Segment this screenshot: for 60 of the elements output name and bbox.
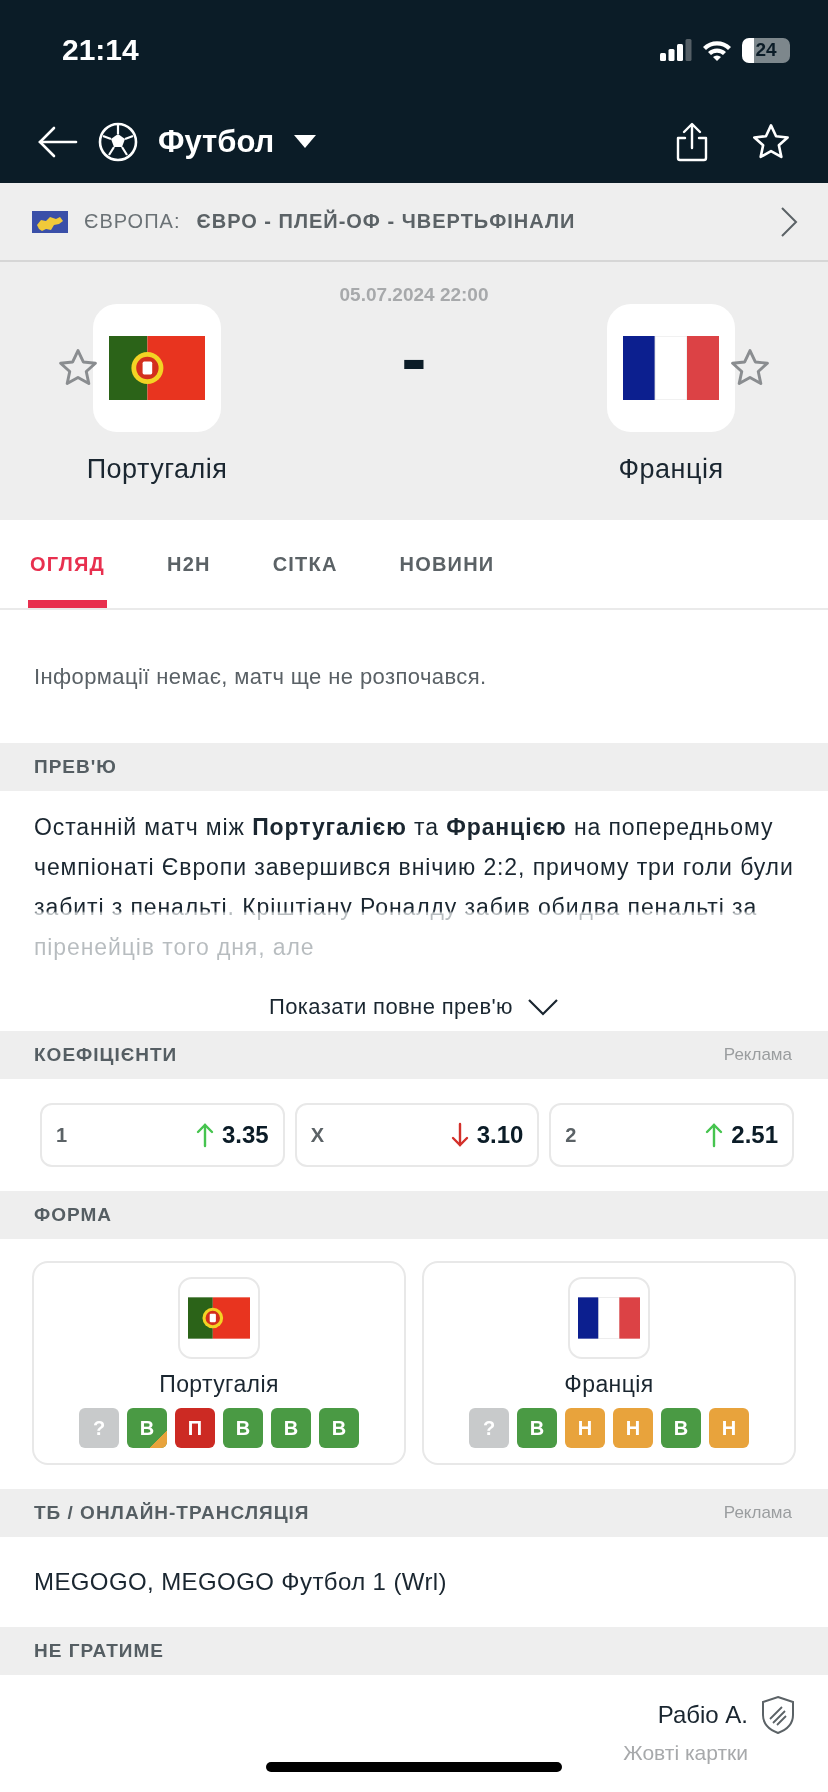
competition-breadcrumb[interactable]: ЄВРОПА: ЄВРО - ПЛЕЙ-ОФ - ЧВЕРТЬФІНАЛИ	[0, 183, 828, 262]
tab[interactable]: H2H	[165, 520, 213, 608]
show-more-button[interactable]: Показати повне прев'ю	[263, 983, 565, 1031]
result-badge: ?	[469, 1408, 509, 1448]
ad-label: Реклама	[723, 1045, 792, 1065]
tv-channels: MEGOGO, MEGOGO Футбол 1 (Wrl)	[33, 1567, 448, 1597]
chevron-right-icon	[780, 205, 798, 238]
flag-icon	[623, 336, 719, 400]
competition-label: ЄВРО - ПЛЕЙ-ОФ - ЧВЕРТЬФІНАЛИ	[196, 210, 577, 233]
signal-icon	[660, 39, 692, 61]
section-title: КОЕФІЦІЄНТИ	[34, 1044, 178, 1066]
odds-button[interactable]: 2 2.51	[549, 1103, 794, 1167]
region-label: ЄВРОПА:	[84, 210, 181, 233]
section-title: ПРЕВ'Ю	[34, 756, 117, 778]
football-icon	[98, 121, 138, 162]
result-badge: В	[127, 1408, 167, 1448]
ad-label: Реклама	[723, 1503, 792, 1523]
section-title: ТБ / ОНЛАЙН-ТРАНСЛЯЦІЯ	[34, 1502, 310, 1524]
result-badge: Н	[565, 1408, 605, 1448]
odds-button[interactable]: 1 3.35	[40, 1103, 285, 1167]
flag-icon	[578, 1297, 640, 1339]
result-badge: В	[319, 1408, 359, 1448]
wifi-icon	[702, 39, 732, 61]
caret-icon[interactable]	[294, 135, 317, 148]
flag-icon	[188, 1297, 250, 1339]
result-badge: П	[175, 1408, 215, 1448]
result-badge: В	[661, 1408, 701, 1448]
odds-button[interactable]: X 3.10	[294, 1103, 540, 1167]
section-title: ФОРМА	[34, 1204, 112, 1226]
tab[interactable]: СІТКА	[270, 520, 340, 608]
result-badge: В	[517, 1408, 557, 1448]
sport-title[interactable]: Футбол	[158, 123, 275, 160]
flag-icon	[109, 336, 205, 400]
share-button[interactable]	[674, 121, 710, 162]
info-message: Інформації немає, матч ще не розпочався.	[33, 662, 488, 691]
shield-icon	[760, 1695, 796, 1735]
team-name: Португалія	[86, 454, 228, 485]
result-badge: Н	[709, 1408, 749, 1448]
battery-level: 24	[742, 37, 790, 63]
team-name: Франція	[618, 454, 724, 485]
match-score: -	[401, 320, 427, 396]
result-badge: ?	[79, 1408, 119, 1448]
section-title: НЕ ГРАТИМЕ	[34, 1640, 164, 1662]
result-badge: В	[271, 1408, 311, 1448]
player-name: Рабіо А.	[657, 1701, 748, 1729]
arrow-down-icon	[450, 1122, 469, 1148]
team-name: Франція	[564, 1371, 654, 1398]
chevron-down-icon	[527, 998, 559, 1016]
back-button[interactable]	[38, 125, 78, 158]
result-badge: Н	[613, 1408, 653, 1448]
europe-flag-icon	[32, 210, 68, 233]
tab[interactable]: ОГЛЯД	[28, 520, 108, 608]
absence-reason: Жовті картки	[623, 1741, 748, 1765]
result-badge: В	[223, 1408, 263, 1448]
match-datetime: 05.07.2024 22:00	[339, 284, 489, 306]
tab[interactable]: НОВИНИ	[397, 520, 497, 608]
arrow-up-icon	[705, 1122, 724, 1148]
team-name: Португалія	[159, 1371, 279, 1398]
arrow-up-icon	[195, 1122, 214, 1148]
status-time: 21:14	[62, 33, 139, 67]
